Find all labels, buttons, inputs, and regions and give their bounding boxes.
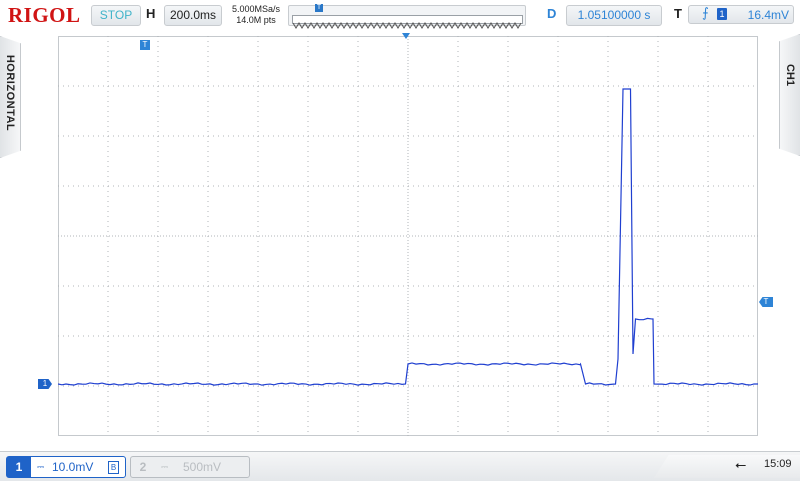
horizontal-label: H xyxy=(146,6,156,21)
bandwidth-limit-icon: B xyxy=(108,461,119,474)
ch1-number: 1 xyxy=(7,457,31,477)
timebase-value[interactable]: 200.0ms xyxy=(164,5,222,26)
memory-depth: 14.0M pts xyxy=(236,15,276,25)
acquisition-info: 5.000MSa/s 14.0M pts xyxy=(229,4,283,26)
memory-trigger-position-marker: T xyxy=(315,4,323,12)
trigger-source-badge: 1 xyxy=(717,8,727,20)
trigger-level-marker[interactable]: T xyxy=(759,297,773,307)
memory-waveform-thumbnail xyxy=(292,15,523,29)
clock: 15:09 xyxy=(764,458,792,470)
trigger-position-marker[interactable]: T xyxy=(140,40,150,50)
memory-zigzag xyxy=(292,22,522,29)
ch2-vertical-scale: 500mV xyxy=(183,460,222,474)
horizontal-menu-tab[interactable]: HORIZONTAL xyxy=(0,36,21,158)
rising-edge-icon: ⨍ xyxy=(702,5,709,20)
horizontal-menu-label: HORIZONTAL xyxy=(4,54,16,132)
grid-lines xyxy=(58,36,758,436)
dc-coupling-icon: ⎓ xyxy=(37,462,45,472)
delay-value[interactable]: 1.05100000 s xyxy=(566,5,662,26)
ch1-tab[interactable]: 1 ⎓ 10.0mV B xyxy=(6,456,126,478)
dc-coupling-icon: ⎓ xyxy=(161,462,169,472)
ch1-menu-label: CH1 xyxy=(784,63,796,86)
trigger-level-value: 16.4mV xyxy=(747,8,789,22)
run-stop-status[interactable]: STOP xyxy=(91,5,141,26)
top-status-bar: RIGOL STOP H 200.0ms 5.000MSa/s 14.0M pt… xyxy=(0,0,800,31)
brand-logo: RIGOL xyxy=(8,3,81,27)
ch1-ground-marker[interactable]: 1 xyxy=(38,379,52,389)
memory-overview-bar[interactable] xyxy=(288,5,526,29)
delay-label: D xyxy=(547,6,557,21)
ch1-vertical-scale: 10.0mV xyxy=(52,460,94,474)
usb-icon: ⭠ xyxy=(735,456,747,472)
graticule xyxy=(58,36,758,436)
trigger-position-top-marker xyxy=(402,33,410,39)
ch2-tab[interactable]: 2 ⎓ 500mV xyxy=(130,456,250,478)
ch1-menu-tab[interactable]: CH1 xyxy=(779,34,800,156)
sample-rate: 5.000MSa/s xyxy=(231,4,281,14)
trigger-label: T xyxy=(674,6,682,21)
ch2-number: 2 xyxy=(139,460,147,474)
bottom-channel-bar: 1 ⎓ 10.0mV B 2 ⎓ 500mV xyxy=(0,451,800,481)
